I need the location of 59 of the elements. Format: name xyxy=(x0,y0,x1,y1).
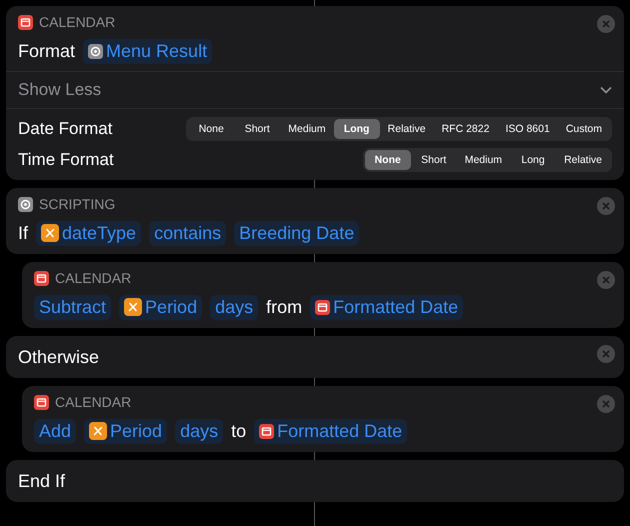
calendar-icon xyxy=(34,270,49,286)
segment[interactable]: Relative xyxy=(556,150,610,170)
option-label: Date Format xyxy=(18,118,112,138)
option-label: Time Format xyxy=(18,150,114,170)
variable-icon xyxy=(89,422,108,440)
variable-token[interactable]: Period xyxy=(119,294,202,320)
close-icon xyxy=(602,20,610,28)
parameter-token[interactable]: days xyxy=(210,294,258,320)
segment[interactable]: Relative xyxy=(380,118,434,138)
parameter-token[interactable]: days xyxy=(175,418,224,444)
variable-token[interactable]: Period xyxy=(84,418,168,444)
segment[interactable]: None xyxy=(364,150,411,170)
chevron-icon[interactable] xyxy=(600,86,612,94)
segment[interactable]: Medium xyxy=(456,150,510,170)
segment[interactable]: Medium xyxy=(280,118,334,138)
calendar-icon xyxy=(315,300,330,314)
action-text: from xyxy=(266,296,302,318)
segment[interactable]: None xyxy=(188,118,234,138)
show-less-button[interactable]: Show Less xyxy=(18,80,102,100)
close-button[interactable] xyxy=(597,345,615,363)
action-text: Format xyxy=(18,40,76,62)
gear-icon xyxy=(88,44,104,58)
parameter-token[interactable]: contains xyxy=(149,220,226,246)
close-button[interactable] xyxy=(597,15,615,33)
segment[interactable]: Long xyxy=(334,118,380,138)
close-icon xyxy=(602,400,610,408)
calendar-icon xyxy=(18,14,33,30)
segment[interactable]: Long xyxy=(510,150,556,170)
action-text: Otherwise xyxy=(18,346,100,368)
variable-icon xyxy=(41,224,60,242)
parameter-token[interactable]: Subtract xyxy=(34,294,112,320)
segment[interactable]: Short xyxy=(410,150,457,170)
action-text: If xyxy=(18,222,28,244)
segment[interactable]: Custom xyxy=(558,118,610,138)
gear-icon xyxy=(18,196,33,212)
variable-icon xyxy=(124,298,142,316)
close-button[interactable] xyxy=(597,395,615,413)
parameter-token[interactable]: Breeding Date xyxy=(234,220,360,246)
calendar-icon xyxy=(34,394,49,410)
parameter-token[interactable]: Add xyxy=(34,418,76,444)
variable-token[interactable]: dateType xyxy=(36,220,142,246)
close-button[interactable] xyxy=(597,271,615,289)
app-label: CALENDAR xyxy=(55,270,132,286)
segment[interactable]: Short xyxy=(234,118,280,138)
action-text: End If xyxy=(18,470,66,492)
segment[interactable]: RFC 2822 xyxy=(434,118,498,138)
calendar-token[interactable]: Formatted Date xyxy=(310,294,464,320)
segment[interactable]: ISO 8601 xyxy=(497,118,558,138)
app-label: CALENDAR xyxy=(55,394,132,410)
close-icon xyxy=(602,276,610,284)
result-token[interactable]: Menu Result xyxy=(83,38,212,64)
calendar-token[interactable]: Formatted Date xyxy=(254,418,408,444)
close-button[interactable] xyxy=(597,197,615,215)
app-label: SCRIPTING xyxy=(39,196,116,212)
close-icon xyxy=(602,350,610,358)
action-text: to xyxy=(231,420,246,442)
calendar-icon xyxy=(259,424,274,438)
close-icon xyxy=(602,202,610,210)
app-label: CALENDAR xyxy=(39,14,116,30)
